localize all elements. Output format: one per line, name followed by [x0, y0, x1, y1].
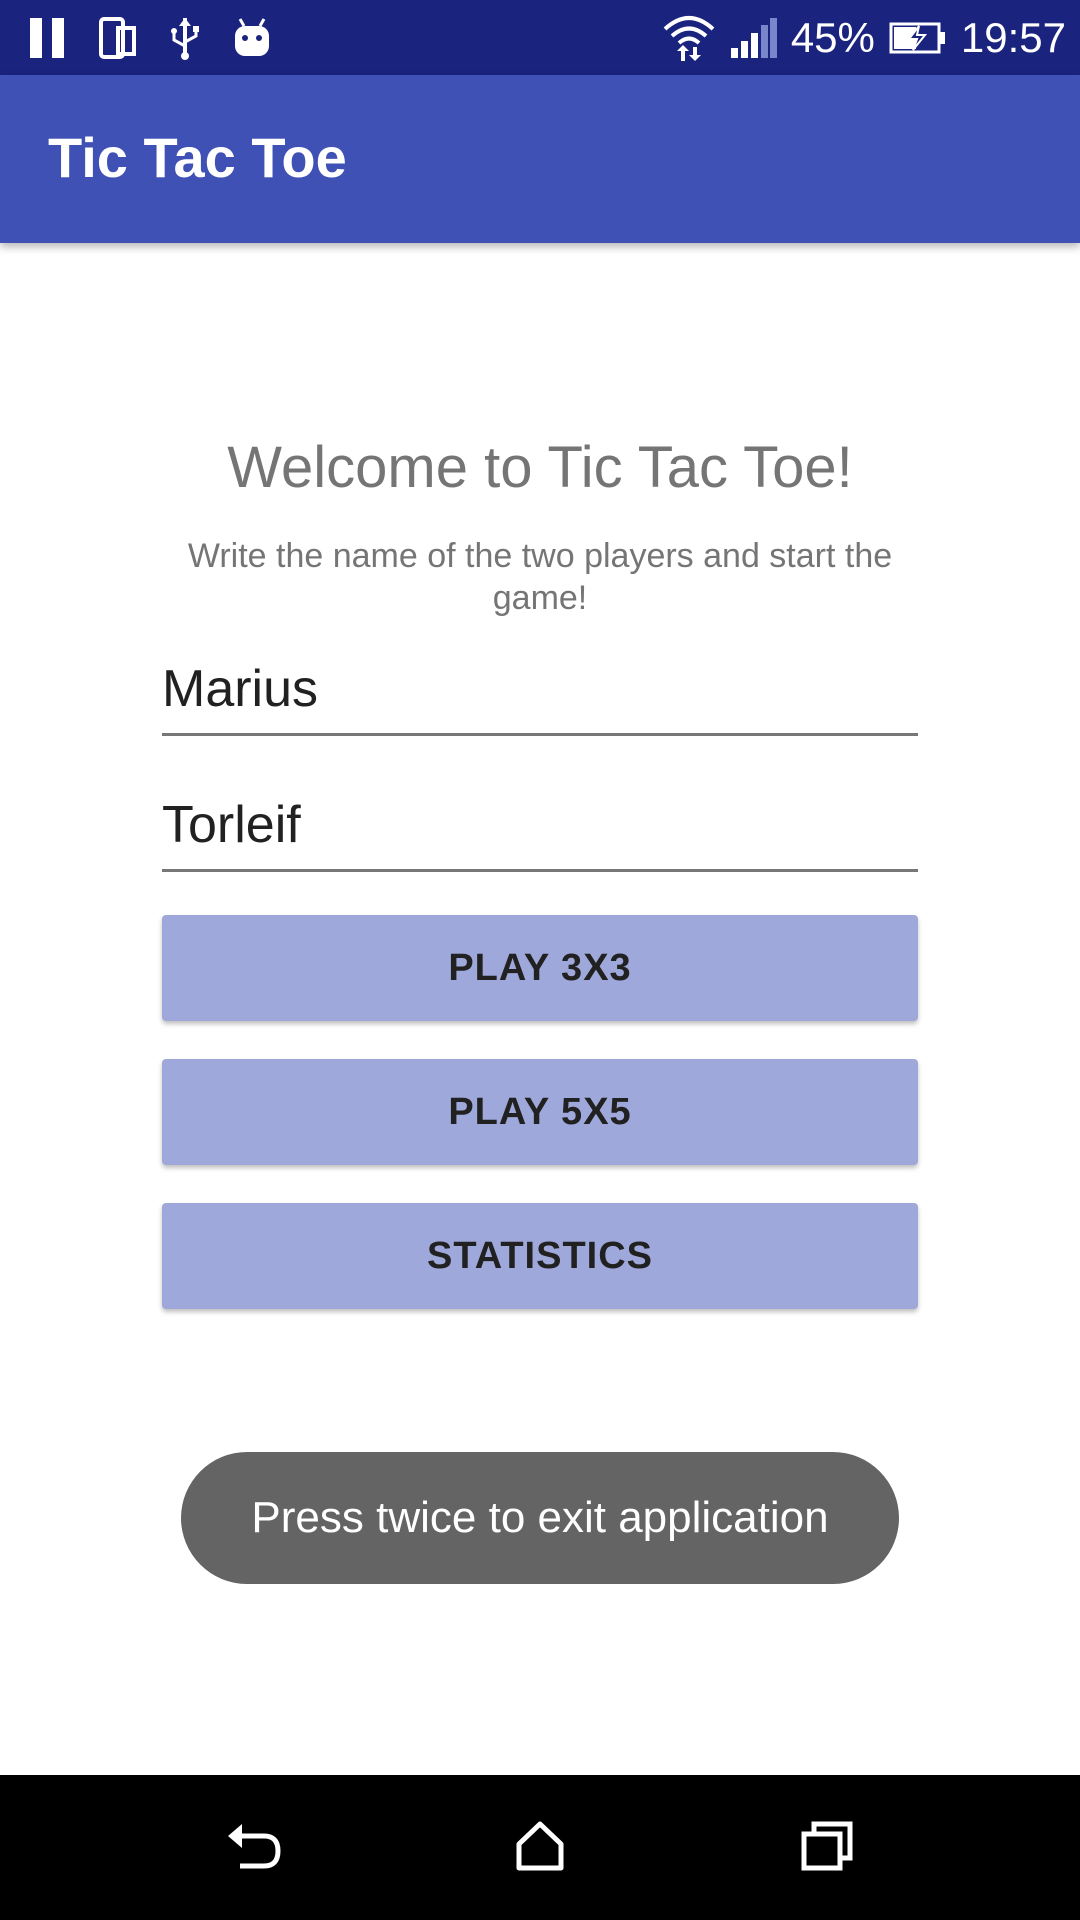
battery-percent: 45% — [790, 13, 875, 61]
exit-toast: Press twice to exit application — [181, 1452, 899, 1584]
android-icon — [232, 16, 272, 60]
recent-apps-button[interactable] — [790, 1810, 866, 1886]
status-left-icons — [30, 12, 272, 64]
pause-icon — [30, 18, 68, 58]
app-title: Tic Tac Toe — [48, 126, 347, 189]
back-icon — [224, 1818, 284, 1879]
device-icon — [98, 16, 138, 60]
main-content: Welcome to Tic Tac Toe! Write the name o… — [0, 243, 1080, 1775]
player1-name-input[interactable]: Marius — [162, 656, 918, 736]
statistics-button[interactable]: STATISTICS — [162, 1203, 918, 1309]
instructions-text: Write the name of the two players and st… — [187, 537, 893, 617]
back-button[interactable] — [216, 1810, 292, 1886]
clock: 19:57 — [960, 13, 1066, 61]
play-5x5-button[interactable]: PLAY 5X5 — [162, 1059, 918, 1165]
wifi-icon — [663, 13, 715, 63]
home-icon — [515, 1820, 565, 1877]
signal-icon — [729, 17, 777, 58]
navigation-bar — [0, 1775, 1080, 1920]
play-3x3-button[interactable]: PLAY 3X3 — [162, 915, 918, 1021]
usb-icon — [168, 16, 202, 60]
app-bar: Tic Tac Toe — [0, 75, 1080, 243]
welcome-title: Welcome to Tic Tac Toe! — [227, 435, 853, 500]
battery-charging-icon — [889, 22, 947, 54]
status-right-area: 45% 19:57 — [663, 0, 1066, 75]
player2-name-input[interactable]: Torleif — [162, 792, 918, 872]
status-bar: 45% 19:57 — [0, 0, 1080, 75]
recent-apps-icon — [800, 1820, 856, 1877]
home-button[interactable] — [502, 1810, 578, 1886]
